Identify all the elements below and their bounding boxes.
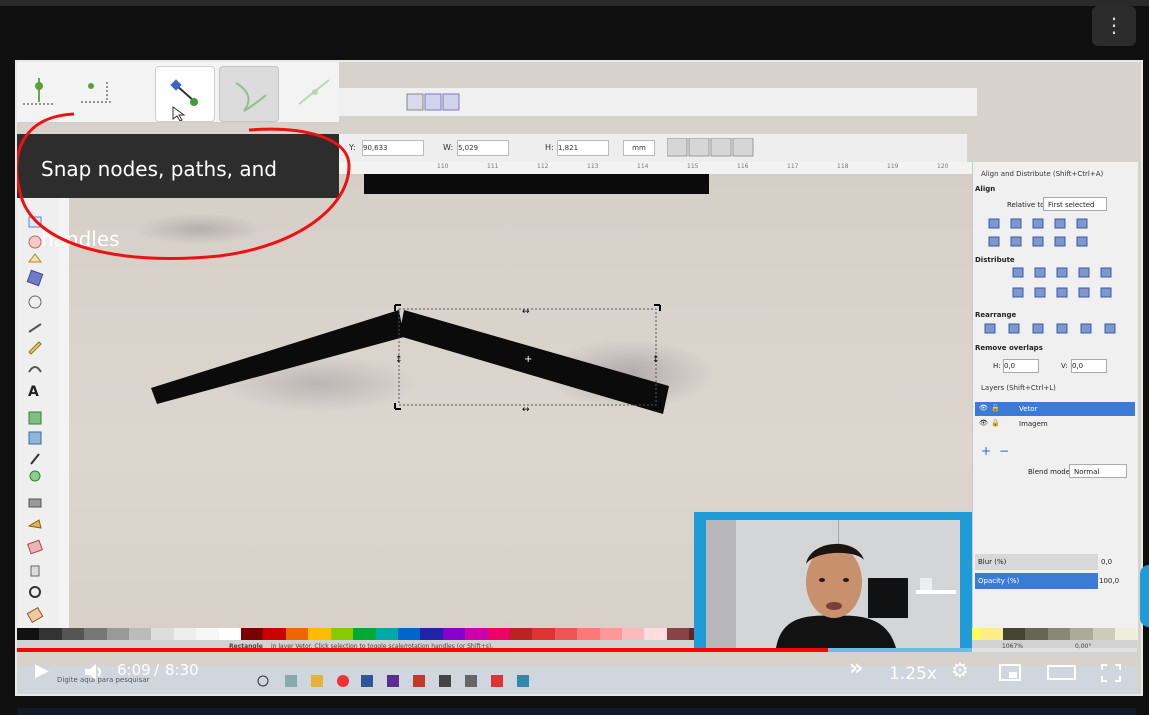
inkscape-command-bar	[337, 88, 977, 116]
overlap-v-label: V:	[1061, 362, 1068, 370]
layer-row-vetor[interactable]: 👁 🔓 Vetor	[975, 402, 1135, 416]
unit-select[interactable]: mm	[623, 140, 655, 156]
volume-icon[interactable]	[83, 662, 105, 682]
distribute-heading: Distribute	[975, 256, 1015, 264]
layer-name: Vetor	[1019, 405, 1038, 413]
bottom-strip	[18, 708, 1136, 715]
rearrange-buttons[interactable]	[981, 322, 1131, 338]
blur-value[interactable]: 0,0	[1101, 558, 1112, 566]
duration: 8:30	[165, 661, 199, 679]
blend-mode-label: Blend mode:	[1028, 468, 1073, 476]
overlap-h-label: H:	[993, 362, 1001, 370]
snap-bbox-icon[interactable]	[21, 76, 57, 110]
ruler-tick: 119	[887, 163, 899, 170]
svg-text:↕: ↕	[652, 355, 660, 365]
top-bar: ⋮	[0, 0, 1149, 58]
align-buttons[interactable]	[985, 217, 1135, 251]
top-strip	[0, 0, 1149, 6]
align-heading: Align	[975, 185, 996, 193]
skip-icon[interactable]: »	[849, 656, 863, 681]
play-icon[interactable]: ▶	[35, 660, 49, 681]
progress-bar[interactable]	[17, 648, 1137, 652]
more-options-button[interactable]: ⋮	[1092, 6, 1136, 46]
ruler-tick: 118	[837, 163, 849, 170]
y-field[interactable]: 90,633	[362, 140, 424, 156]
webcam-overlay	[694, 512, 972, 652]
time-separator: /	[154, 661, 160, 679]
ruler-tick: 116	[737, 163, 749, 170]
add-layer-icon[interactable]: +	[981, 444, 991, 458]
svg-text:↕: ↕	[395, 355, 403, 365]
ruler-tick: 115	[687, 163, 699, 170]
remove-layer-icon[interactable]: −	[999, 444, 1009, 458]
black-bar-shape	[364, 174, 709, 194]
miniplayer-icon[interactable]	[999, 664, 1021, 682]
ruler-tick: 112	[537, 163, 549, 170]
svg-text:↔: ↔	[522, 405, 530, 415]
layers-panel-title: Layers (Shift+Ctrl+L)	[981, 384, 1056, 392]
align-panel-title: Align and Distribute (Shift+Ctrl+A)	[981, 170, 1104, 178]
fullscreen-icon[interactable]	[1101, 664, 1121, 682]
overlap-h-field[interactable]: 0,0	[1003, 359, 1039, 373]
blur-slider[interactable]: Blur (%)	[975, 554, 1098, 570]
distribute-buttons[interactable]	[1007, 266, 1127, 302]
blend-mode-select[interactable]: Normal	[1069, 464, 1127, 478]
ruler-tick: 113	[587, 163, 599, 170]
blur-label: Blur (%)	[978, 558, 1007, 566]
theater-icon[interactable]	[1047, 664, 1077, 682]
video-player[interactable]: Y: 90,633 W: 5,029 H: 1,821 mm 110 111 1…	[15, 60, 1143, 696]
transform-toggles[interactable]	[667, 138, 757, 158]
svg-text:A: A	[28, 384, 39, 400]
opacity-slider[interactable]: Opacity (%)	[975, 573, 1098, 589]
ruler-tick: 111	[487, 163, 499, 170]
opacity-value[interactable]: 100,0	[1099, 577, 1119, 585]
docked-panels: Align and Distribute (Shift+Ctrl+A) Alig…	[972, 162, 1138, 640]
playback-speed[interactable]: 1.25x	[889, 664, 937, 684]
w-label: W:	[443, 143, 454, 152]
relative-to-select[interactable]: First selected	[1043, 197, 1107, 211]
layer-name: Imagem	[1019, 420, 1048, 428]
lock-icon[interactable]: 🔓	[991, 404, 1000, 412]
settings-icon[interactable]: ⚙	[951, 658, 969, 682]
ruler-tick: 117	[787, 163, 799, 170]
svg-text:↔: ↔	[522, 307, 530, 317]
h-field[interactable]: 1,821	[557, 140, 609, 156]
remove-overlaps-heading: Remove overlaps	[975, 344, 1043, 352]
command-icons	[406, 93, 460, 111]
ruler-tick: 120	[937, 163, 949, 170]
eye-icon[interactable]: 👁	[979, 404, 988, 412]
opacity-label: Opacity (%)	[978, 577, 1020, 585]
webcam-feed	[706, 520, 960, 648]
w-field[interactable]: 5,029	[457, 140, 509, 156]
relative-to-label: Relative to:	[1007, 201, 1047, 209]
rearrange-heading: Rearrange	[975, 311, 1017, 319]
layer-row-imagem[interactable]: 👁 🔒 Imagem	[975, 417, 1135, 431]
red-annotation-scribble	[17, 112, 351, 260]
player-controls: ▶ 6:09 / 8:30 » 1.25x ⚙	[17, 654, 1137, 692]
ruler-tick: 110	[437, 163, 449, 170]
overlap-v-field[interactable]: 0,0	[1071, 359, 1107, 373]
ruler-tick: 114	[637, 163, 649, 170]
svg-text:+: +	[524, 354, 532, 365]
lock-icon[interactable]: 🔒	[991, 419, 1000, 427]
progress-played	[17, 648, 828, 652]
current-time: 6:09	[117, 661, 151, 679]
right-beam-shape	[399, 310, 669, 414]
eye-icon[interactable]: 👁	[979, 419, 988, 427]
presenter-video	[706, 520, 960, 648]
side-widget-edge	[1140, 565, 1149, 627]
h-label: H:	[545, 143, 554, 152]
